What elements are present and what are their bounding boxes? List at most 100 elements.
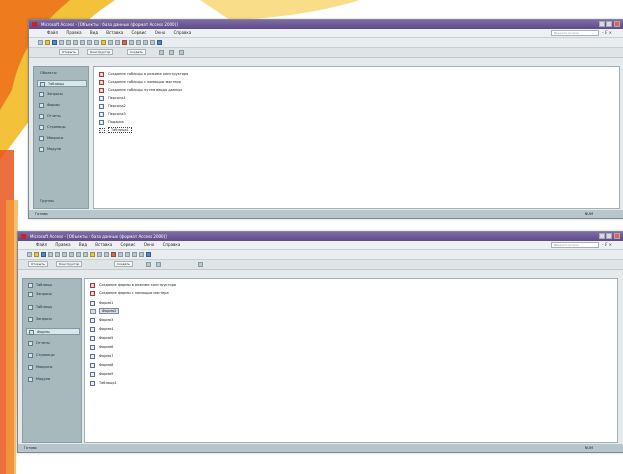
new-icon[interactable] xyxy=(27,252,32,257)
new-object-icon[interactable] xyxy=(139,252,144,257)
close-button[interactable] xyxy=(614,233,620,239)
list-item[interactable]: Форма6 xyxy=(90,344,113,351)
sidebar-item-modules[interactable]: Модули xyxy=(37,146,87,153)
list-item[interactable]: Персона3 xyxy=(99,111,126,118)
list-item[interactable]: Создание таблицы путем ввода данных xyxy=(99,87,182,94)
help-icon[interactable] xyxy=(157,40,162,45)
sidebar-item-macros[interactable]: Макросы xyxy=(26,364,80,371)
list-item[interactable]: Персона2 xyxy=(99,103,126,110)
link-icon[interactable] xyxy=(115,40,120,45)
search-icon[interactable] xyxy=(48,252,53,257)
title-bar[interactable]: Microsoft Access - [Объекты : база данны… xyxy=(18,232,623,241)
minimize-button[interactable] xyxy=(599,233,605,239)
sidebar-item-reports[interactable]: Отчеты xyxy=(37,113,87,120)
list-view-icon[interactable] xyxy=(198,262,203,267)
delete-icon[interactable] xyxy=(159,50,164,55)
close-button[interactable] xyxy=(614,21,620,27)
list-item[interactable]: Подарок xyxy=(99,119,124,126)
menu-tools[interactable]: Сервис xyxy=(120,242,135,247)
analyze-icon[interactable] xyxy=(122,40,127,45)
sidebar-item-forms[interactable]: Формы xyxy=(26,328,80,335)
spell-icon[interactable] xyxy=(80,40,85,45)
menu-file[interactable]: Файл xyxy=(36,242,47,247)
sidebar-item-reports[interactable]: Отчеты xyxy=(26,340,80,347)
preview-icon[interactable] xyxy=(62,252,67,257)
relationships-icon[interactable] xyxy=(143,40,148,45)
copy-icon[interactable] xyxy=(94,40,99,45)
sidebar-item-tables[interactable]: Таблицы xyxy=(37,80,87,87)
undo-icon[interactable] xyxy=(97,252,102,257)
save-icon[interactable] xyxy=(52,40,57,45)
sidebar-item-macros[interactable]: Макросы xyxy=(37,135,87,142)
list-item[interactable]: Форма9 xyxy=(90,371,113,378)
maximize-button[interactable] xyxy=(606,21,612,27)
menu-insert[interactable]: Вставка xyxy=(106,30,123,35)
open-button[interactable]: Открыть xyxy=(59,49,79,55)
title-bar[interactable]: Microsoft Access - [Объекты : база данны… xyxy=(29,20,623,29)
analyze-icon[interactable] xyxy=(111,252,116,257)
large-icons-icon[interactable] xyxy=(169,50,174,55)
design-button[interactable]: Конструктор xyxy=(87,49,114,55)
list-item[interactable]: Форма8 xyxy=(90,362,113,369)
sidebar-item-pages[interactable]: Страницы xyxy=(37,124,87,131)
list-item[interactable]: Форма2 xyxy=(90,308,120,315)
list-item[interactable]: Форма1 xyxy=(90,300,113,307)
large-icons-icon[interactable] xyxy=(156,262,161,267)
menu-file[interactable]: Файл xyxy=(47,30,58,35)
list-item[interactable]: Форма3 xyxy=(90,317,113,324)
list-item[interactable]: Форма5 xyxy=(90,335,113,342)
list-view-icon[interactable] xyxy=(179,50,184,55)
help-question-input[interactable]: Введите вопрос xyxy=(551,242,599,248)
list-item[interactable]: Форма7 xyxy=(90,353,113,360)
objects-header[interactable]: Объекты xyxy=(37,70,87,77)
sidebar-item-forms[interactable]: Формы xyxy=(37,102,87,109)
link-icon[interactable] xyxy=(104,252,109,257)
sidebar-item-queries[interactable]: Запросы xyxy=(26,316,80,323)
list-item[interactable]: Таблица1 xyxy=(90,380,117,387)
paste-icon[interactable] xyxy=(90,252,95,257)
maximize-button[interactable] xyxy=(606,233,612,239)
menu-window[interactable]: Окно xyxy=(144,242,155,247)
sidebar-item-queries[interactable]: Запросы xyxy=(37,91,87,98)
spell-icon[interactable] xyxy=(69,252,74,257)
sidebar-item-tables[interactable]: Таблицы xyxy=(26,282,80,289)
create-button[interactable]: Создать xyxy=(114,261,133,267)
print-icon[interactable] xyxy=(66,40,71,45)
relationships-icon[interactable] xyxy=(132,252,137,257)
delete-icon[interactable] xyxy=(146,262,151,267)
minimize-button[interactable] xyxy=(599,21,605,27)
properties-icon[interactable] xyxy=(136,40,141,45)
help-icon[interactable] xyxy=(146,252,151,257)
menu-insert[interactable]: Вставка xyxy=(95,242,112,247)
menu-edit[interactable]: Правка xyxy=(55,242,70,247)
code-icon[interactable] xyxy=(129,40,134,45)
design-button[interactable]: Конструктор xyxy=(56,261,83,267)
menu-view[interactable]: Вид xyxy=(90,30,98,35)
doc-window-controls[interactable]: - ₣ × xyxy=(602,29,612,37)
sidebar-item-tables[interactable]: Таблицы xyxy=(26,304,80,311)
search-icon[interactable] xyxy=(59,40,64,45)
list-item[interactable]: Создание таблицы с помощью мастера xyxy=(99,79,181,86)
list-item[interactable]: Создание формы в режиме конструктора xyxy=(90,282,176,289)
undo-icon[interactable] xyxy=(108,40,113,45)
cut-icon[interactable] xyxy=(76,252,81,257)
list-item[interactable]: Создание таблицы в режиме конструктора xyxy=(99,71,188,78)
cut-icon[interactable] xyxy=(87,40,92,45)
new-object-icon[interactable] xyxy=(150,40,155,45)
menu-window[interactable]: Окно xyxy=(155,30,166,35)
list-item[interactable]: Таблица1 xyxy=(99,127,132,134)
doc-window-controls[interactable]: - ₣ × xyxy=(602,241,612,249)
create-button[interactable]: Создать xyxy=(127,49,146,55)
groups-header[interactable]: Группы xyxy=(37,198,87,205)
list-item[interactable]: Персона1 xyxy=(99,95,126,102)
menu-tools[interactable]: Сервис xyxy=(131,30,146,35)
sidebar-item-queries[interactable]: Запросы xyxy=(26,291,80,298)
list-item[interactable]: Форма4 xyxy=(90,326,113,333)
sidebar-item-pages[interactable]: Страницы xyxy=(26,352,80,359)
save-icon[interactable] xyxy=(41,252,46,257)
menu-view[interactable]: Вид xyxy=(79,242,87,247)
copy-icon[interactable] xyxy=(83,252,88,257)
menu-help[interactable]: Справка xyxy=(174,30,192,35)
help-question-input[interactable]: Введите вопрос xyxy=(551,30,599,36)
list-item[interactable]: Создание формы с помощью мастера xyxy=(90,290,169,297)
